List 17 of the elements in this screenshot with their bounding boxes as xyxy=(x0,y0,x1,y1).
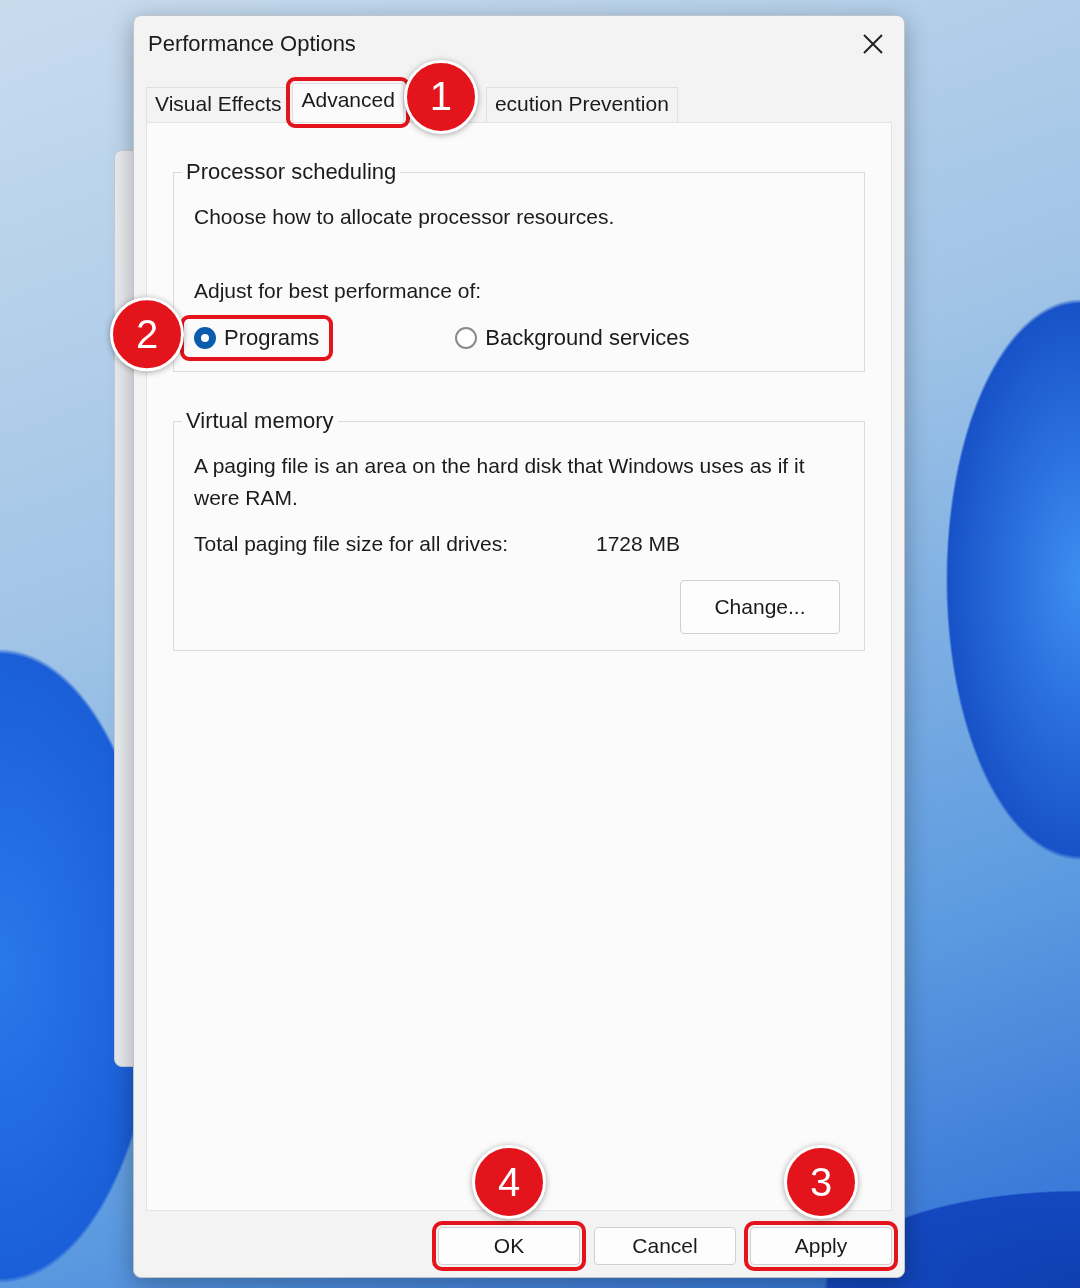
step-number-badge: 1 xyxy=(403,59,478,134)
description-text: A paging file is an area on the hard disk that Windows uses as if it were RAM. xyxy=(194,453,806,511)
window-title: Performance Options xyxy=(148,31,356,57)
prompt-text: Adjust for best performance of: xyxy=(194,279,483,303)
size-label: Total paging file size for all drives: xyxy=(194,532,508,556)
group-legend: Processor scheduling xyxy=(182,159,401,185)
dialog-button[interactable]: Cancel xyxy=(594,1227,736,1265)
radio-option[interactable]: Background services xyxy=(447,321,698,355)
radio-button[interactable] xyxy=(194,327,216,349)
change-button[interactable]: Change... xyxy=(680,580,840,634)
size-value: 1728 MB xyxy=(596,532,681,556)
description-text: Choose how to allocate processor resources. xyxy=(194,204,616,230)
group-legend: Virtual memory xyxy=(182,408,338,434)
radio-button[interactable] xyxy=(455,327,478,349)
close-icon xyxy=(862,33,884,55)
tab[interactable]: ecution Prevention xyxy=(485,87,678,122)
radio-option[interactable]: Programs xyxy=(186,321,328,355)
